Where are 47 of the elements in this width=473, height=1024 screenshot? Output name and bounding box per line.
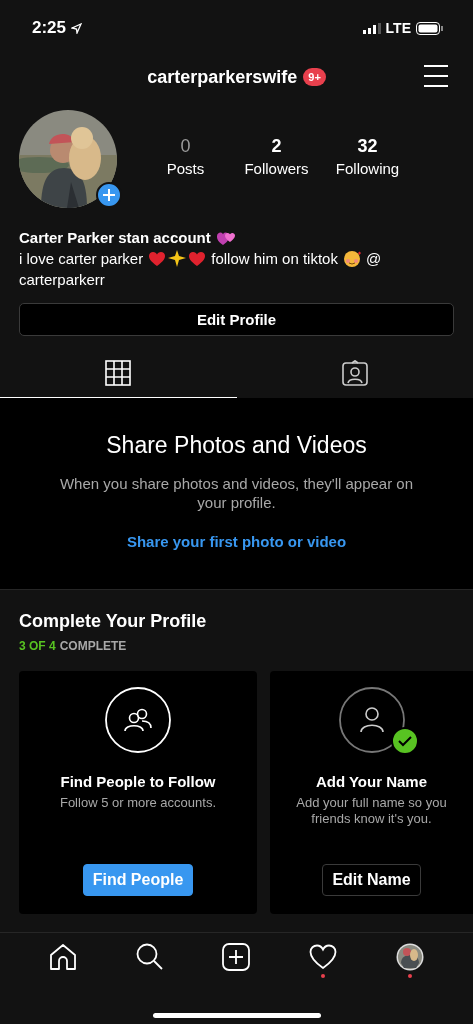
card-title: Find People to Follow	[60, 773, 216, 790]
menu-icon[interactable]	[424, 65, 448, 87]
stat-label: Posts	[166, 159, 205, 177]
people-icon	[105, 687, 171, 753]
stat-count: 32	[357, 135, 378, 157]
card-title: Add Your Name	[315, 773, 428, 790]
bio-title: Carter Parker stan account	[19, 228, 211, 248]
stat-label: Followers	[244, 159, 309, 177]
section-title: Complete Your Profile	[19, 611, 208, 632]
progress-label: COMPLETE	[59, 639, 127, 653]
edit-profile-button[interactable]: Edit Profile	[19, 303, 454, 336]
add-post-icon[interactable]	[222, 943, 251, 971]
grid-icon	[105, 360, 132, 386]
heart-emoji-icon	[188, 250, 207, 267]
sparkle-emoji-icon	[168, 250, 187, 267]
bio-handle: carterparkerr	[19, 270, 105, 290]
username: carterparkerswife	[147, 66, 298, 88]
bio-text: i love carter parker	[19, 249, 144, 269]
signal-icon	[362, 22, 381, 34]
network-label: LTE	[385, 20, 411, 36]
smiling-face-emoji-icon	[342, 249, 361, 268]
add-story-icon[interactable]	[96, 182, 122, 208]
notification-dot	[407, 974, 412, 978]
person-tag-icon	[341, 360, 368, 386]
card-description: Add your full name so you friends know it's you.	[296, 795, 447, 827]
stat-count: 0	[180, 135, 191, 157]
home-icon[interactable]	[49, 943, 78, 971]
location-arrow-icon	[71, 22, 83, 34]
profile-avatar-icon[interactable]	[395, 943, 424, 971]
status-time: 2:25	[32, 18, 67, 38]
search-icon[interactable]	[135, 943, 164, 971]
empty-state-description: When you share photos and videos, they'll appear on your profile.	[58, 474, 415, 512]
battery-icon	[416, 21, 443, 35]
empty-state-title: Share Photos and Videos	[106, 432, 367, 459]
stat-count: 2	[271, 135, 282, 157]
edit-name-button[interactable]: Edit Name	[322, 864, 421, 896]
heart-icon[interactable]	[309, 943, 338, 971]
notification-dot	[321, 974, 326, 978]
stat-label: Following	[335, 159, 400, 177]
bio-text: @	[365, 249, 382, 269]
share-first-photo-link[interactable]: Share your first photo or video	[126, 533, 347, 550]
bio-text: follow him on tiktok	[211, 249, 338, 269]
person-icon	[338, 687, 405, 753]
heart-emoji-icon	[148, 250, 167, 267]
card-description: Follow 5 or more accounts.	[59, 795, 217, 811]
notification-badge: 9+	[303, 68, 326, 86]
progress-count: 3 OF 4	[19, 639, 56, 653]
